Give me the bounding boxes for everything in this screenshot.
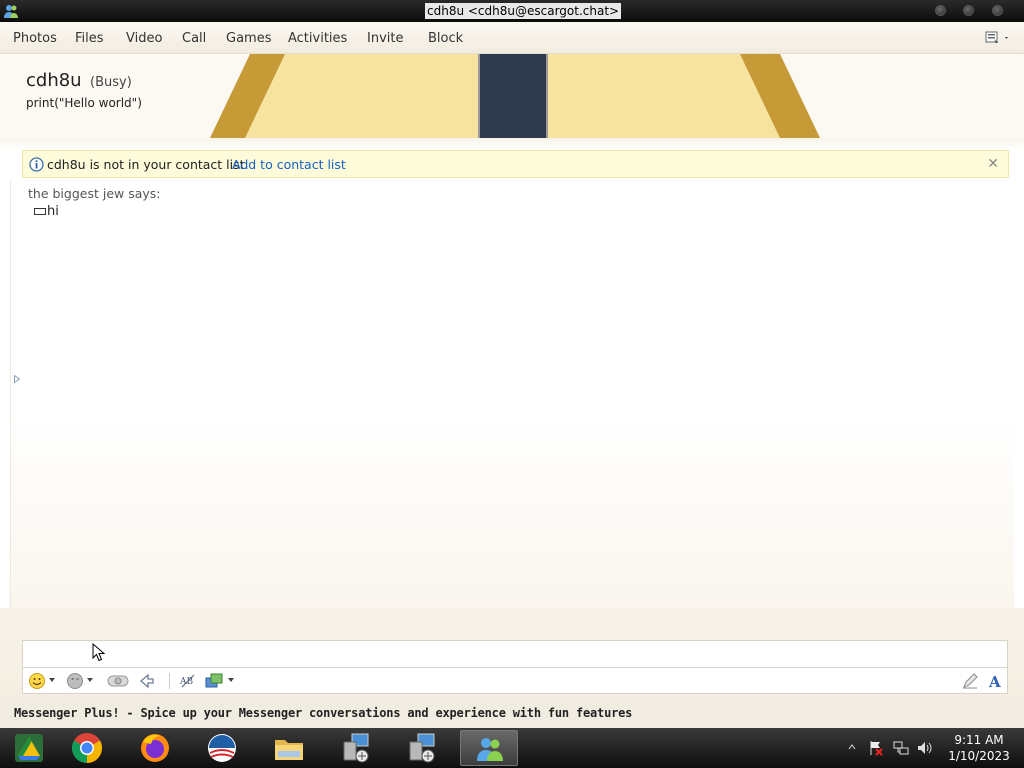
google-drive-icon bbox=[15, 734, 43, 762]
menu-invite[interactable]: Invite bbox=[367, 31, 403, 46]
handwriting-icon[interactable] bbox=[961, 672, 979, 690]
info-bar: cdh8u is not in your contact list. Add t… bbox=[22, 150, 1009, 178]
menu-activities[interactable]: Activities bbox=[288, 31, 347, 46]
taskbar-windows-live-messenger[interactable] bbox=[460, 730, 518, 766]
conversation-header: cdh8u (Busy) print("Hello world") bbox=[0, 54, 1024, 138]
menu-call[interactable]: Call bbox=[182, 31, 206, 46]
close-window-button[interactable] bbox=[992, 5, 1003, 16]
network-computer-icon bbox=[343, 733, 369, 763]
message-text: hi bbox=[34, 204, 59, 219]
compose-toolbar: AB A bbox=[22, 668, 1008, 694]
window-title: cdh8u <cdh8u@escargot.chat> bbox=[425, 3, 622, 19]
messenger-plus-text[interactable]: Messenger Plus! - Spice up your Messenge… bbox=[14, 706, 632, 720]
emoticon-icon[interactable] bbox=[28, 672, 46, 690]
expand-arrow-icon[interactable] bbox=[14, 375, 20, 383]
taskbar-network-tool-2[interactable] bbox=[393, 730, 451, 766]
message-sender: the biggest jew says: bbox=[28, 186, 161, 201]
obama-logo-icon bbox=[208, 734, 236, 762]
menu-files[interactable]: Files bbox=[75, 31, 104, 46]
toolbar-separator bbox=[169, 673, 170, 689]
voice-clip-icon[interactable] bbox=[106, 672, 130, 690]
svg-text:AB: AB bbox=[179, 677, 193, 687]
spell-check-icon[interactable]: AB bbox=[179, 672, 197, 690]
message-input[interactable] bbox=[22, 640, 1008, 668]
firefox-icon bbox=[141, 734, 169, 762]
menu-games[interactable]: Games bbox=[226, 31, 271, 46]
messenger-app-icon[interactable] bbox=[3, 3, 19, 19]
taskbar-file-explorer[interactable] bbox=[260, 730, 318, 766]
taskbar-network-tool-1[interactable] bbox=[327, 730, 385, 766]
folder-icon bbox=[275, 740, 303, 760]
add-to-contact-list-link[interactable]: Add to contact list bbox=[232, 157, 346, 172]
system-clock[interactable]: 9:11 AM 1/10/2023 bbox=[944, 732, 1014, 764]
clock-date: 1/10/2023 bbox=[948, 749, 1010, 763]
volume-icon[interactable] bbox=[917, 740, 933, 756]
menu-video[interactable]: Video bbox=[126, 31, 162, 46]
unknown-glyph-icon bbox=[34, 208, 46, 215]
font-icon[interactable]: A bbox=[987, 672, 1005, 690]
wink-dropdown-icon[interactable] bbox=[87, 678, 93, 682]
header-scene-image bbox=[210, 54, 820, 138]
network-computer-icon bbox=[409, 733, 435, 763]
info-icon bbox=[29, 157, 44, 172]
nudge-icon[interactable] bbox=[138, 672, 156, 690]
title-bar: cdh8u <cdh8u@escargot.chat> bbox=[0, 0, 1024, 22]
conversation-history[interactable]: the biggest jew says: hi bbox=[10, 180, 1014, 608]
menu-block[interactable]: Block bbox=[428, 31, 463, 46]
close-icon[interactable]: ✕ bbox=[987, 156, 999, 172]
contact-name: cdh8u bbox=[26, 70, 82, 91]
taskbar-firefox[interactable] bbox=[126, 730, 184, 766]
taskbar-obama[interactable] bbox=[193, 730, 251, 766]
taskbar-google-drive[interactable] bbox=[0, 730, 58, 766]
send-file-dropdown-icon[interactable] bbox=[228, 678, 234, 682]
info-message: cdh8u is not in your contact list. bbox=[47, 157, 249, 172]
show-menu-icon[interactable] bbox=[984, 30, 1012, 46]
network-icon[interactable] bbox=[893, 740, 909, 756]
header-separator bbox=[0, 138, 1024, 150]
message-body: hi bbox=[47, 204, 59, 219]
clock-time: 9:11 AM bbox=[954, 733, 1004, 747]
action-center-flag-icon[interactable] bbox=[868, 740, 884, 756]
mouse-cursor-icon bbox=[92, 643, 106, 662]
taskbar: 9:11 AM 1/10/2023 bbox=[0, 728, 1024, 768]
emoticon-dropdown-icon[interactable] bbox=[49, 678, 55, 682]
minimize-button[interactable] bbox=[935, 5, 946, 16]
personal-message: print("Hello world") bbox=[26, 96, 142, 110]
menu-photos[interactable]: Photos bbox=[13, 31, 57, 46]
maximize-button[interactable] bbox=[963, 5, 974, 16]
menu-bar: Photos Files Video Call Games Activities… bbox=[0, 22, 1024, 54]
messenger-plus-banner[interactable]: Messenger Plus! - Spice up your Messenge… bbox=[0, 698, 1024, 728]
messenger-people-icon bbox=[477, 738, 503, 761]
show-hidden-icons-icon[interactable] bbox=[848, 744, 856, 750]
send-file-icon[interactable] bbox=[205, 672, 223, 690]
wink-icon[interactable] bbox=[66, 672, 84, 690]
chrome-icon bbox=[71, 733, 103, 763]
contact-status: (Busy) bbox=[90, 75, 132, 90]
taskbar-chrome[interactable] bbox=[58, 730, 116, 766]
svg-text:A: A bbox=[988, 673, 1001, 690]
